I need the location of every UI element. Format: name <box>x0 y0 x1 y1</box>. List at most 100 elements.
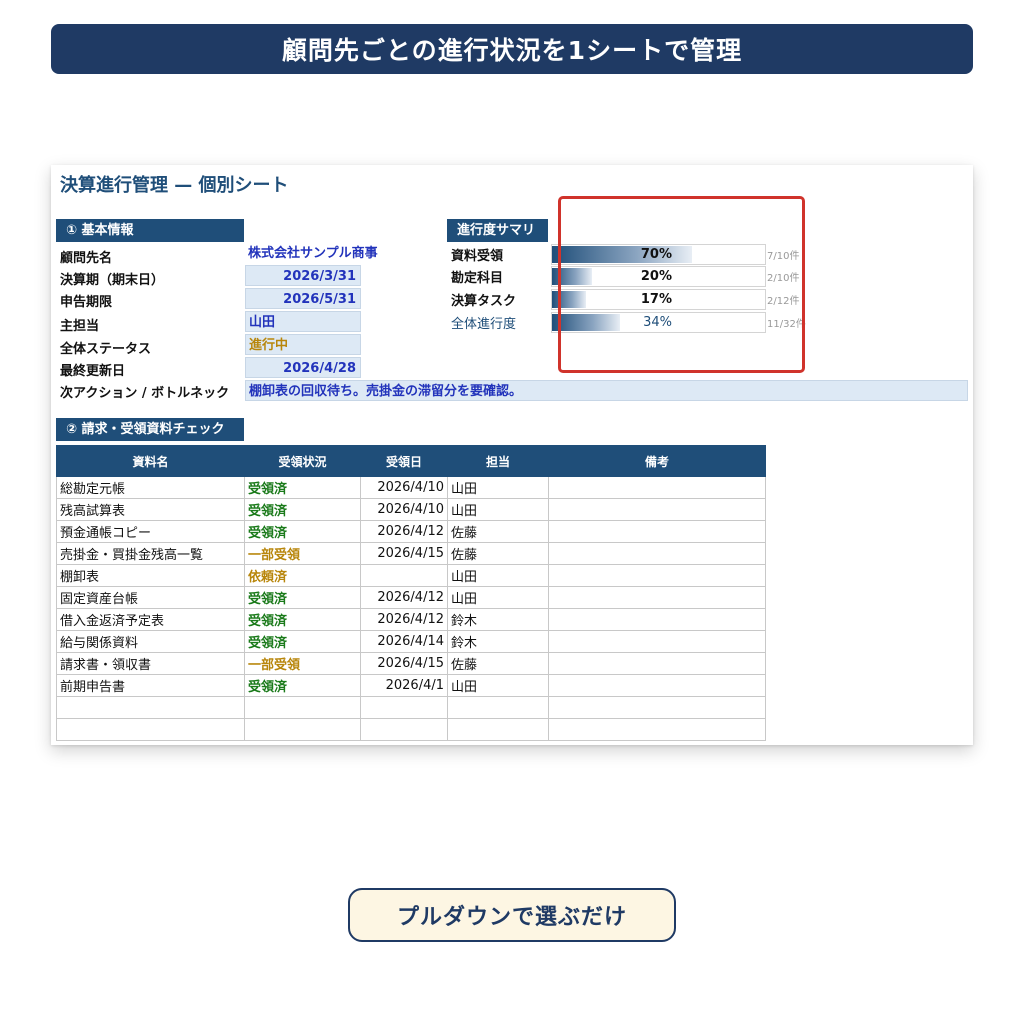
cell-document-name[interactable] <box>56 696 245 719</box>
cell-document-name[interactable]: 給与関係資料 <box>56 630 245 653</box>
cell-owner[interactable]: 山田 <box>447 674 549 697</box>
value-status-dropdown[interactable]: 進行中 <box>245 334 361 355</box>
cell-owner[interactable]: 山田 <box>447 476 549 499</box>
callout-box: プルダウンで選ぶだけ <box>348 888 676 942</box>
table-row: 残高試算表 受領済 2026/4/10 山田 <box>56 498 766 521</box>
basic-info-header: ① 基本情報 <box>56 219 244 242</box>
value-fiscal[interactable]: 2026/3/31 <box>245 265 361 286</box>
cell-owner[interactable]: 山田 <box>447 498 549 521</box>
column-header-owner: 担当 <box>447 445 549 477</box>
cell-note[interactable] <box>548 586 766 609</box>
summary-label-docs: 資料受領 <box>451 249 504 264</box>
cell-owner[interactable]: 鈴木 <box>447 608 549 631</box>
column-header-name: 資料名 <box>56 445 245 477</box>
cell-owner[interactable]: 佐藤 <box>447 520 549 543</box>
cell-status-dropdown[interactable]: 受領済 <box>244 630 361 653</box>
cell-document-name[interactable]: 預金通帳コピー <box>56 520 245 543</box>
cell-status-dropdown[interactable] <box>244 718 361 741</box>
cell-note[interactable] <box>548 696 766 719</box>
value-owner[interactable]: 山田 <box>245 311 361 332</box>
callout: プルダウンで選ぶだけ <box>348 866 676 942</box>
cell-owner[interactable]: 山田 <box>447 564 549 587</box>
cell-owner[interactable]: 山田 <box>447 586 549 609</box>
cell-status-dropdown[interactable]: 受領済 <box>244 476 361 499</box>
value-updated[interactable]: 2026/4/28 <box>245 357 361 378</box>
cell-status-dropdown[interactable]: 受領済 <box>244 586 361 609</box>
cell-document-name[interactable]: 残高試算表 <box>56 498 245 521</box>
cell-received-date[interactable]: 2026/4/12 <box>360 608 448 631</box>
cell-note[interactable] <box>548 652 766 675</box>
table-row: 借入金返済予定表 受領済 2026/4/12 鈴木 <box>56 608 766 631</box>
page-banner: 顧問先ごとの進行状況を1シートで管理 <box>51 24 973 74</box>
cell-owner[interactable]: 佐藤 <box>447 542 549 565</box>
cell-document-name[interactable]: 借入金返済予定表 <box>56 608 245 631</box>
cell-received-date[interactable]: 2026/4/14 <box>360 630 448 653</box>
cell-document-name[interactable]: 総勘定元帳 <box>56 476 245 499</box>
cell-status-dropdown[interactable] <box>244 696 361 719</box>
value-deadline[interactable]: 2026/5/31 <box>245 288 361 309</box>
cell-document-name[interactable]: 売掛金・買掛金残高一覧 <box>56 542 245 565</box>
cell-note[interactable] <box>548 564 766 587</box>
table-row: 売掛金・買掛金残高一覧 一部受領 2026/4/15 佐藤 <box>56 542 766 565</box>
column-header-status: 受領状況 <box>244 445 361 477</box>
cell-received-date[interactable]: 2026/4/12 <box>360 586 448 609</box>
banner-title: 顧問先ごとの進行状況を1シートで管理 <box>281 36 743 65</box>
cell-status-dropdown[interactable]: 依頼済 <box>244 564 361 587</box>
cell-document-name[interactable]: 固定資産台帳 <box>56 586 245 609</box>
value-next-action[interactable]: 棚卸表の回収待ち。売掛金の滞留分を要確認。 <box>245 380 968 401</box>
table-row: 総勘定元帳 受領済 2026/4/10 山田 <box>56 476 766 499</box>
cell-received-date[interactable]: 2026/4/15 <box>360 652 448 675</box>
cell-owner[interactable] <box>447 696 549 719</box>
cell-owner[interactable] <box>447 718 549 741</box>
cell-note[interactable] <box>548 718 766 741</box>
sheet-title: 決算進行管理 — 個別シート <box>60 175 289 196</box>
cell-document-name[interactable]: 前期申告書 <box>56 674 245 697</box>
cell-note[interactable] <box>548 498 766 521</box>
cell-document-name[interactable] <box>56 718 245 741</box>
cell-status-dropdown[interactable]: 受領済 <box>244 608 361 631</box>
cell-owner[interactable]: 鈴木 <box>447 630 549 653</box>
label-status: 全体ステータス <box>60 342 152 357</box>
summary-label-overall: 全体進行度 <box>451 317 517 332</box>
highlight-frame <box>558 196 805 373</box>
table-row: 請求書・領収書 一部受領 2026/4/15 佐藤 <box>56 652 766 675</box>
cell-status-dropdown[interactable]: 一部受領 <box>244 652 361 675</box>
cell-status-dropdown[interactable]: 受領済 <box>244 520 361 543</box>
table-row <box>56 696 766 719</box>
cell-note[interactable] <box>548 542 766 565</box>
cell-note[interactable] <box>548 674 766 697</box>
callout-text: プルダウンで選ぶだけ <box>396 905 627 930</box>
summary-label-accounts: 勘定科目 <box>451 271 504 286</box>
cell-status-dropdown[interactable]: 受領済 <box>244 498 361 521</box>
table-row: 固定資産台帳 受領済 2026/4/12 山田 <box>56 586 766 609</box>
summary-label-tasks: 決算タスク <box>451 294 517 309</box>
cell-status-dropdown[interactable]: 一部受領 <box>244 542 361 565</box>
label-client: 顧問先名 <box>60 251 113 266</box>
cell-note[interactable] <box>548 630 766 653</box>
value-client[interactable]: 株式会社サンプル商事 <box>245 243 410 264</box>
cell-received-date[interactable]: 2026/4/15 <box>360 542 448 565</box>
cell-received-date[interactable]: 2026/4/12 <box>360 520 448 543</box>
cell-document-name[interactable]: 棚卸表 <box>56 564 245 587</box>
cell-received-date[interactable] <box>360 718 448 741</box>
table-row <box>56 718 766 741</box>
cell-note[interactable] <box>548 608 766 631</box>
cell-received-date[interactable]: 2026/4/1 <box>360 674 448 697</box>
cell-received-date[interactable] <box>360 696 448 719</box>
column-header-note: 備考 <box>548 445 766 477</box>
cell-received-date[interactable] <box>360 564 448 587</box>
cell-note[interactable] <box>548 476 766 499</box>
cell-received-date[interactable]: 2026/4/10 <box>360 498 448 521</box>
documents-header: ② 請求・受領資料チェック <box>56 418 244 441</box>
label-updated: 最終更新日 <box>60 364 126 379</box>
column-header-date: 受領日 <box>360 445 448 477</box>
cell-status-dropdown[interactable]: 受領済 <box>244 674 361 697</box>
label-owner: 主担当 <box>60 319 100 334</box>
cell-owner[interactable]: 佐藤 <box>447 652 549 675</box>
table-row: 給与関係資料 受領済 2026/4/14 鈴木 <box>56 630 766 653</box>
cell-note[interactable] <box>548 520 766 543</box>
cell-document-name[interactable]: 請求書・領収書 <box>56 652 245 675</box>
cell-received-date[interactable]: 2026/4/10 <box>360 476 448 499</box>
table-header-row: 資料名 受領状況 受領日 担当 備考 <box>56 445 766 477</box>
summary-header: 進行度サマリ <box>447 219 548 242</box>
